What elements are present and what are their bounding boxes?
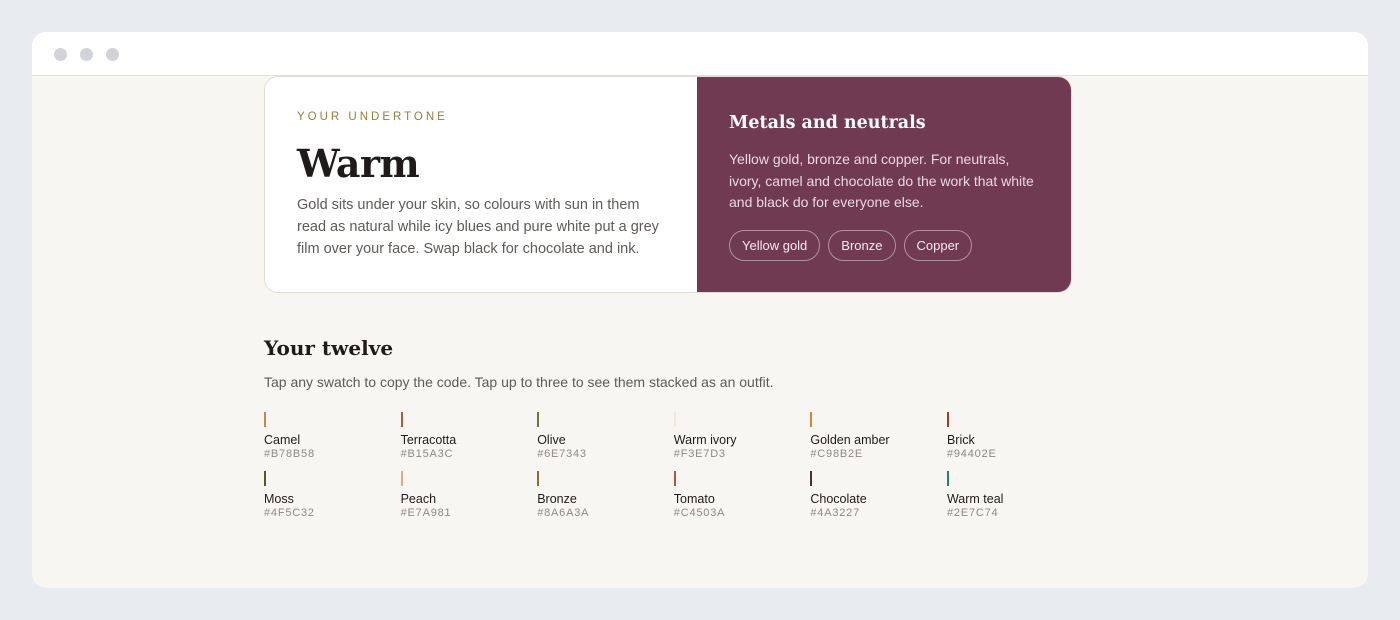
- swatch-tomato[interactable]: Tomato #C4503A: [673, 470, 811, 530]
- swatch-hex: #2E7C74: [946, 506, 999, 519]
- swatch-name: Moss: [264, 491, 294, 506]
- swatch-hex: #6E7343: [537, 448, 587, 460]
- swatch-hex: #F3E7D3: [673, 448, 726, 460]
- metals-panel: Metals and neutrals Yellow gold, bronze …: [697, 77, 1071, 292]
- twelve-section: Your twelve Tap any swatch to copy the c…: [264, 336, 1072, 390]
- swatch-camel[interactable]: Camel #B78B58: [264, 412, 401, 471]
- window-titlebar: [32, 32, 1368, 76]
- swatch-name: Bronze: [537, 491, 577, 506]
- undertone-description: Gold sits under your skin, so colours wi…: [297, 197, 659, 257]
- swatch-color-bar: [400, 470, 403, 486]
- swatch-name: Olive: [537, 433, 566, 447]
- metals-title: Metals and neutrals: [729, 113, 926, 133]
- metals-description: Yellow gold, bronze and copper. For neut…: [729, 151, 1034, 210]
- swatch-hex: #8A6A3A: [537, 506, 590, 519]
- swatch-hex: #4F5C32: [264, 506, 315, 519]
- swatch-name: Tomato: [673, 491, 715, 506]
- twelve-subtitle: Tap any swatch to copy the code. Tap up …: [264, 374, 774, 390]
- swatch-color-bar: [946, 412, 949, 427]
- swatch-bronze[interactable]: Bronze #8A6A3A: [537, 470, 674, 530]
- swatch-hex: #E7A981: [400, 506, 452, 519]
- swatch-color-bar: [264, 470, 266, 486]
- swatch-color-bar: [810, 412, 813, 427]
- swatch-hex: #4A3227: [810, 506, 861, 519]
- swatch-name: Warm ivory: [673, 433, 737, 447]
- swatch-brick[interactable]: Brick #94402E: [946, 412, 1084, 471]
- swatch-name: Camel: [264, 433, 301, 447]
- swatch-name: Warm teal: [946, 491, 1004, 506]
- swatch-hex: #94402E: [946, 448, 997, 460]
- swatch-moss[interactable]: Moss #4F5C32: [264, 470, 401, 530]
- window-close-dot-icon[interactable]: [54, 48, 67, 61]
- swatch-warm-teal[interactable]: Warm teal #2E7C74: [946, 470, 1084, 530]
- swatch-olive[interactable]: Olive #6E7343: [537, 412, 674, 471]
- swatch-name: Golden amber: [810, 433, 890, 447]
- swatch-hex: #C4503A: [673, 506, 726, 519]
- twelve-title: Your twelve: [264, 336, 394, 360]
- swatch-name: Brick: [946, 433, 975, 447]
- swatch-color-bar: [673, 412, 676, 427]
- chip-yellow-gold[interactable]: Yellow gold: [729, 229, 821, 261]
- swatch-color-bar: [946, 470, 949, 486]
- window-minimize-dot-icon[interactable]: [80, 48, 93, 61]
- undertone-eyebrow: YOUR UNDERTONE: [297, 111, 448, 123]
- swatch-color-bar: [537, 470, 540, 486]
- swatch-grid: Camel #B78B58 Terracotta #B15A3C Olive #6E734…: [264, 412, 1084, 529]
- chip-bronze[interactable]: Bronze: [828, 229, 896, 261]
- undertone-title: Warm: [297, 141, 420, 186]
- swatch-terracotta[interactable]: Terracotta #B15A3C: [400, 412, 538, 471]
- undertone-card: YOUR UNDERTONE Warm Gold sits under your…: [264, 76, 1072, 293]
- swatch-color-bar: [264, 412, 266, 427]
- window-zoom-dot-icon[interactable]: [106, 48, 119, 61]
- swatch-name: Chocolate: [810, 491, 867, 506]
- swatch-hex: #B78B58: [264, 448, 315, 460]
- swatch-color-bar: [810, 470, 813, 486]
- swatch-color-bar: [400, 412, 403, 427]
- undertone-panel: YOUR UNDERTONE Warm Gold sits under your…: [265, 77, 697, 292]
- swatch-color-bar: [673, 470, 676, 486]
- swatch-color-bar: [537, 412, 540, 427]
- swatch-hex: #C98B2E: [810, 448, 864, 460]
- swatch-name: Terracotta: [400, 433, 457, 447]
- swatch-name: Peach: [400, 491, 437, 506]
- swatch-hex: #B15A3C: [400, 448, 454, 460]
- swatch-warm-ivory[interactable]: Warm ivory #F3E7D3: [673, 412, 811, 471]
- chip-copper[interactable]: Copper: [903, 229, 973, 261]
- swatch-golden-amber[interactable]: Golden amber #C98B2E: [810, 412, 947, 471]
- swatch-peach[interactable]: Peach #E7A981: [400, 470, 538, 530]
- swatch-chocolate[interactable]: Chocolate #4A3227: [810, 470, 947, 530]
- metal-chips: Yellow gold Bronze Copper: [729, 229, 1041, 261]
